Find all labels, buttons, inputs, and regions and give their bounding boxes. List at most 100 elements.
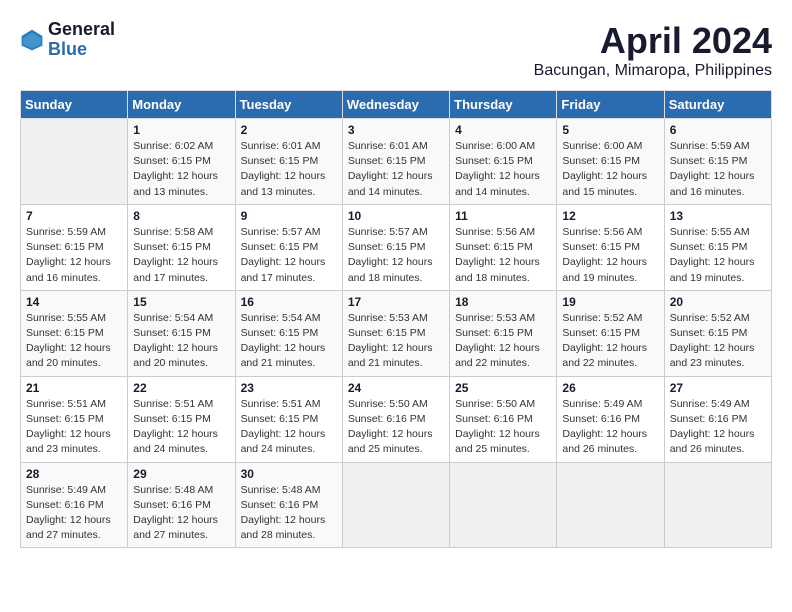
- day-info: Sunrise: 5:51 AM Sunset: 6:15 PM Dayligh…: [26, 397, 122, 458]
- calendar-cell: [664, 462, 771, 548]
- day-number: 29: [133, 467, 229, 481]
- logo-general-text: General: [48, 20, 115, 40]
- logo-text: General Blue: [48, 20, 115, 60]
- day-number: 8: [133, 209, 229, 223]
- day-number: 11: [455, 209, 551, 223]
- calendar-cell: 3 Sunrise: 6:01 AM Sunset: 6:15 PM Daylig…: [342, 119, 449, 205]
- day-info: Sunrise: 5:58 AM Sunset: 6:15 PM Dayligh…: [133, 225, 229, 286]
- day-info: Sunrise: 5:59 AM Sunset: 6:15 PM Dayligh…: [670, 139, 766, 200]
- day-info: Sunrise: 5:49 AM Sunset: 6:16 PM Dayligh…: [562, 397, 658, 458]
- day-number: 12: [562, 209, 658, 223]
- calendar-cell: 9Sunrise: 5:57 AM Sunset: 6:15 PM Daylig…: [235, 204, 342, 290]
- title-area: April 2024 Bacungan, Mimaropa, Philippin…: [534, 20, 772, 80]
- calendar-cell: 12Sunrise: 5:56 AM Sunset: 6:15 PM Dayli…: [557, 204, 664, 290]
- day-number: 23: [241, 381, 337, 395]
- day-number: 13: [670, 209, 766, 223]
- week-row-1: 1 Sunrise: 6:02 AM Sunset: 6:15 PM Daylig…: [21, 119, 772, 205]
- calendar-cell: 19 Sunrise: 5:52 AM Sunset: 6:15 PM Dayli…: [557, 290, 664, 376]
- calendar-cell: 10 Sunrise: 5:57 AM Sunset: 6:15 PM Dayli…: [342, 204, 449, 290]
- calendar-cell: 2 Sunrise: 6:01 AM Sunset: 6:15 PM Daylig…: [235, 119, 342, 205]
- calendar-cell: 25 Sunrise: 5:50 AM Sunset: 6:16 PM Dayli…: [450, 376, 557, 462]
- day-number: 3: [348, 123, 444, 137]
- day-info: Sunrise: 5:51 AM Sunset: 6:15 PM Dayligh…: [133, 397, 229, 458]
- calendar-cell: [557, 462, 664, 548]
- calendar-cell: 5 Sunrise: 6:00 AM Sunset: 6:15 PM Daylig…: [557, 119, 664, 205]
- week-row-4: 21 Sunrise: 5:51 AM Sunset: 6:15 PM Dayli…: [21, 376, 772, 462]
- day-info: Sunrise: 5:57 AM Sunset: 6:15 PM Dayligh…: [348, 225, 444, 286]
- week-row-2: 7 Sunrise: 5:59 AM Sunset: 6:15 PM Daylig…: [21, 204, 772, 290]
- day-info: Sunrise: 5:55 AM Sunset: 6:15 PM Dayligh…: [26, 311, 122, 372]
- calendar-cell: 11 Sunrise: 5:56 AM Sunset: 6:15 PM Dayli…: [450, 204, 557, 290]
- calendar-cell: 17 Sunrise: 5:53 AM Sunset: 6:15 PM Dayli…: [342, 290, 449, 376]
- weekday-header-tuesday: Tuesday: [235, 91, 342, 119]
- weekday-header-friday: Friday: [557, 91, 664, 119]
- day-info: Sunrise: 5:56 AM Sunset: 6:15 PM Dayligh…: [455, 225, 551, 286]
- calendar-cell: 26 Sunrise: 5:49 AM Sunset: 6:16 PM Dayli…: [557, 376, 664, 462]
- calendar-cell: [342, 462, 449, 548]
- day-number: 30: [241, 467, 337, 481]
- day-info: Sunrise: 5:48 AM Sunset: 6:16 PM Dayligh…: [133, 483, 229, 544]
- day-number: 17: [348, 295, 444, 309]
- day-number: 19: [562, 295, 658, 309]
- day-number: 2: [241, 123, 337, 137]
- day-info: Sunrise: 5:52 AM Sunset: 6:15 PM Dayligh…: [670, 311, 766, 372]
- day-info: Sunrise: 5:53 AM Sunset: 6:15 PM Dayligh…: [348, 311, 444, 372]
- day-info: Sunrise: 5:54 AM Sunset: 6:15 PM Dayligh…: [241, 311, 337, 372]
- day-number: 10: [348, 209, 444, 223]
- calendar-cell: 14Sunrise: 5:55 AM Sunset: 6:15 PM Dayli…: [21, 290, 128, 376]
- day-number: 28: [26, 467, 122, 481]
- week-row-3: 14Sunrise: 5:55 AM Sunset: 6:15 PM Dayli…: [21, 290, 772, 376]
- logo-blue-text: Blue: [48, 40, 115, 60]
- day-info: Sunrise: 5:51 AM Sunset: 6:15 PM Dayligh…: [241, 397, 337, 458]
- calendar-cell: 1 Sunrise: 6:02 AM Sunset: 6:15 PM Daylig…: [128, 119, 235, 205]
- day-info: Sunrise: 6:00 AM Sunset: 6:15 PM Dayligh…: [455, 139, 551, 200]
- day-number: 18: [455, 295, 551, 309]
- day-info: Sunrise: 5:53 AM Sunset: 6:15 PM Dayligh…: [455, 311, 551, 372]
- day-info: Sunrise: 6:01 AM Sunset: 6:15 PM Dayligh…: [348, 139, 444, 200]
- day-number: 21: [26, 381, 122, 395]
- header: General Blue April 2024 Bacungan, Mimaro…: [20, 20, 772, 80]
- day-number: 5: [562, 123, 658, 137]
- day-number: 1: [133, 123, 229, 137]
- day-number: 16: [241, 295, 337, 309]
- calendar-cell: 30Sunrise: 5:48 AM Sunset: 6:16 PM Dayli…: [235, 462, 342, 548]
- calendar-cell: 4 Sunrise: 6:00 AM Sunset: 6:15 PM Daylig…: [450, 119, 557, 205]
- calendar-cell: 21 Sunrise: 5:51 AM Sunset: 6:15 PM Dayli…: [21, 376, 128, 462]
- day-number: 15: [133, 295, 229, 309]
- day-info: Sunrise: 5:49 AM Sunset: 6:16 PM Dayligh…: [670, 397, 766, 458]
- day-info: Sunrise: 5:59 AM Sunset: 6:15 PM Dayligh…: [26, 225, 122, 286]
- weekday-header-wednesday: Wednesday: [342, 91, 449, 119]
- day-info: Sunrise: 5:54 AM Sunset: 6:15 PM Dayligh…: [133, 311, 229, 372]
- calendar-cell: 23 Sunrise: 5:51 AM Sunset: 6:15 PM Dayli…: [235, 376, 342, 462]
- week-row-5: 28Sunrise: 5:49 AM Sunset: 6:16 PM Dayli…: [21, 462, 772, 548]
- day-number: 4: [455, 123, 551, 137]
- calendar-cell: [21, 119, 128, 205]
- day-info: Sunrise: 5:52 AM Sunset: 6:15 PM Dayligh…: [562, 311, 658, 372]
- day-number: 7: [26, 209, 122, 223]
- calendar-cell: 6 Sunrise: 5:59 AM Sunset: 6:15 PM Daylig…: [664, 119, 771, 205]
- calendar-cell: 27 Sunrise: 5:49 AM Sunset: 6:16 PM Dayli…: [664, 376, 771, 462]
- day-number: 6: [670, 123, 766, 137]
- calendar-table: SundayMondayTuesdayWednesdayThursdayFrid…: [20, 90, 772, 548]
- day-info: Sunrise: 6:00 AM Sunset: 6:15 PM Dayligh…: [562, 139, 658, 200]
- day-number: 26: [562, 381, 658, 395]
- weekday-header-thursday: Thursday: [450, 91, 557, 119]
- calendar-cell: 8 Sunrise: 5:58 AM Sunset: 6:15 PM Daylig…: [128, 204, 235, 290]
- calendar-cell: [450, 462, 557, 548]
- weekday-header-saturday: Saturday: [664, 91, 771, 119]
- day-info: Sunrise: 6:02 AM Sunset: 6:15 PM Dayligh…: [133, 139, 229, 200]
- logo-icon: [20, 28, 44, 52]
- calendar-cell: 15 Sunrise: 5:54 AM Sunset: 6:15 PM Dayli…: [128, 290, 235, 376]
- calendar-cell: 24Sunrise: 5:50 AM Sunset: 6:16 PM Dayli…: [342, 376, 449, 462]
- day-number: 25: [455, 381, 551, 395]
- calendar-cell: 28Sunrise: 5:49 AM Sunset: 6:16 PM Dayli…: [21, 462, 128, 548]
- day-number: 27: [670, 381, 766, 395]
- day-info: Sunrise: 5:55 AM Sunset: 6:15 PM Dayligh…: [670, 225, 766, 286]
- weekday-header-row: SundayMondayTuesdayWednesdayThursdayFrid…: [21, 91, 772, 119]
- day-info: Sunrise: 6:01 AM Sunset: 6:15 PM Dayligh…: [241, 139, 337, 200]
- day-info: Sunrise: 5:50 AM Sunset: 6:16 PM Dayligh…: [455, 397, 551, 458]
- weekday-header-monday: Monday: [128, 91, 235, 119]
- calendar-cell: 16 Sunrise: 5:54 AM Sunset: 6:15 PM Dayli…: [235, 290, 342, 376]
- calendar-cell: 7 Sunrise: 5:59 AM Sunset: 6:15 PM Daylig…: [21, 204, 128, 290]
- calendar-cell: 18 Sunrise: 5:53 AM Sunset: 6:15 PM Dayli…: [450, 290, 557, 376]
